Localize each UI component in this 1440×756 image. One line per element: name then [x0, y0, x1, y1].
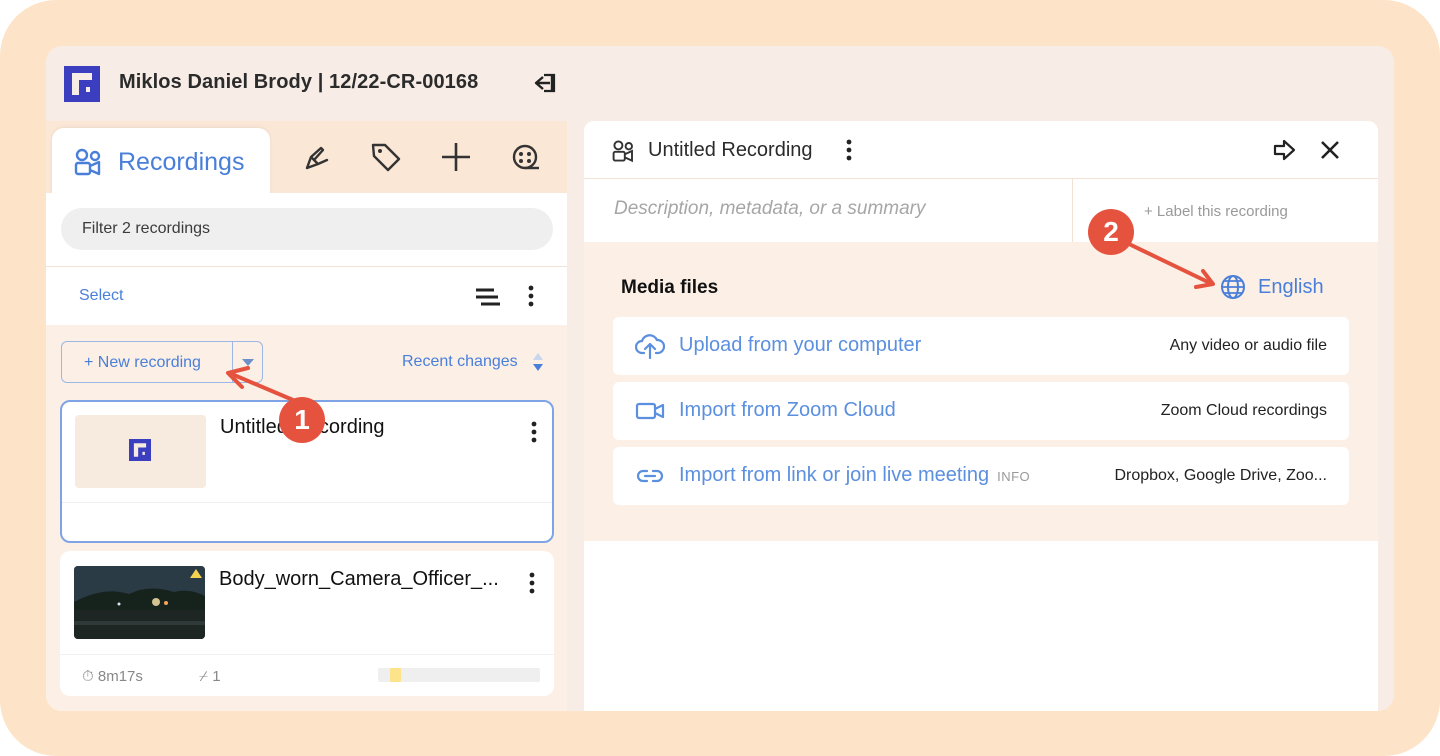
media-files-section: Media files English Upload from your com…: [584, 242, 1378, 541]
recording-thumbnail: [75, 415, 206, 488]
clip-count: ⌿ 1: [199, 668, 221, 685]
progress-bar: [378, 668, 540, 682]
app-logo-icon: [129, 439, 151, 461]
list-view-icon[interactable]: [475, 287, 501, 307]
option-label: Import from link or join live meeting INF…: [679, 464, 1030, 487]
option-detail: Any video or audio file: [1169, 337, 1327, 354]
divider: [584, 178, 1378, 179]
tab-recordings[interactable]: Recordings: [52, 128, 270, 196]
video-camera-icon: [635, 402, 665, 420]
app-window: Miklos Daniel Brody | 12/22-CR-00168 Rec…: [46, 46, 1394, 711]
recordings-toolbar: + New recording Recent changes Untitled …: [46, 325, 567, 711]
film-reel-icon[interactable]: [509, 140, 543, 174]
case-title: Miklos Daniel Brody | 12/22-CR-00168: [119, 71, 479, 93]
new-recording-button[interactable]: + New recording: [61, 341, 263, 383]
more-options-icon[interactable]: [522, 284, 540, 308]
filter-recordings-input[interactable]: Filter 2 recordings: [61, 208, 553, 250]
recordings-list-area: Filter 2 recordings Select + New recordi…: [46, 193, 567, 711]
media-files-title: Media files: [621, 277, 719, 298]
info-badge[interactable]: INFO: [997, 469, 1030, 484]
language-selector[interactable]: English: [1258, 276, 1324, 299]
tag-icon[interactable]: [369, 140, 403, 174]
upload-from-computer-option[interactable]: Upload from your computer Any video or a…: [613, 317, 1349, 375]
option-label: Import from Zoom Cloud: [679, 399, 896, 421]
recording-title: Body_worn_Camera_Officer_...: [219, 568, 499, 590]
more-options-icon[interactable]: [840, 138, 858, 162]
clip-count-value: 1: [212, 668, 221, 685]
close-icon[interactable]: [1318, 138, 1342, 162]
option-detail: Dropbox, Google Drive, Zoo...: [1114, 467, 1327, 484]
clip-icon: ⌿: [199, 668, 209, 685]
recording-title[interactable]: Untitled Recording: [648, 139, 813, 162]
divider: [1072, 179, 1073, 242]
divider: [62, 502, 552, 503]
duration: ⏱ 8m17s: [82, 668, 143, 685]
expand-arrow-icon[interactable]: [1272, 137, 1298, 163]
new-recording-label: + New recording: [84, 354, 201, 371]
more-options-icon[interactable]: [525, 420, 543, 444]
split-divider: [232, 342, 233, 382]
timer-icon: ⏱: [82, 668, 94, 685]
divider: [60, 654, 554, 655]
recordings-icon: [612, 140, 633, 163]
clip-icon[interactable]: [298, 140, 332, 174]
chevron-down-icon[interactable]: [240, 356, 256, 368]
duration-value: 8m17s: [97, 668, 143, 685]
sort-icon[interactable]: [531, 351, 545, 373]
link-icon: [636, 469, 664, 483]
cloud-upload-icon: [635, 334, 665, 359]
option-label: Upload from your computer: [679, 334, 922, 356]
plus-icon[interactable]: [439, 140, 473, 174]
tab-recordings-label: Recordings: [118, 148, 245, 176]
label-recording-button[interactable]: + Label this recording: [1144, 203, 1288, 220]
divider: [46, 266, 567, 267]
progress-fill: [390, 668, 402, 682]
step-1-badge: 1: [279, 397, 325, 443]
collapse-sidebar-icon[interactable]: [532, 71, 558, 95]
app-logo-icon: [64, 66, 100, 102]
app-header: Miklos Daniel Brody | 12/22-CR-00168: [46, 46, 1394, 120]
recordings-icon: [74, 148, 101, 176]
sort-dropdown[interactable]: Recent changes: [402, 353, 518, 371]
option-label-text: Import from link or join live meeting: [679, 464, 990, 486]
description-input[interactable]: Description, metadata, or a summary: [614, 198, 926, 220]
recording-detail-panel: Untitled Recording Description, metadata…: [584, 121, 1378, 711]
step-2-badge: 2: [1088, 209, 1134, 255]
more-options-icon[interactable]: [523, 571, 541, 595]
night-scene-thumbnail: [74, 566, 205, 639]
video-thumbnail: [74, 566, 205, 639]
import-from-link-option[interactable]: Import from link or join live meeting INF…: [613, 447, 1349, 505]
option-detail: Zoom Cloud recordings: [1160, 402, 1327, 419]
import-zoom-cloud-option[interactable]: Import from Zoom Cloud Zoom Cloud record…: [613, 382, 1349, 440]
recording-card[interactable]: Body_worn_Camera_Officer_... ⏱ 8m17s ⌿ 1: [60, 551, 554, 696]
select-link[interactable]: Select: [79, 287, 123, 305]
globe-icon[interactable]: [1220, 274, 1246, 300]
